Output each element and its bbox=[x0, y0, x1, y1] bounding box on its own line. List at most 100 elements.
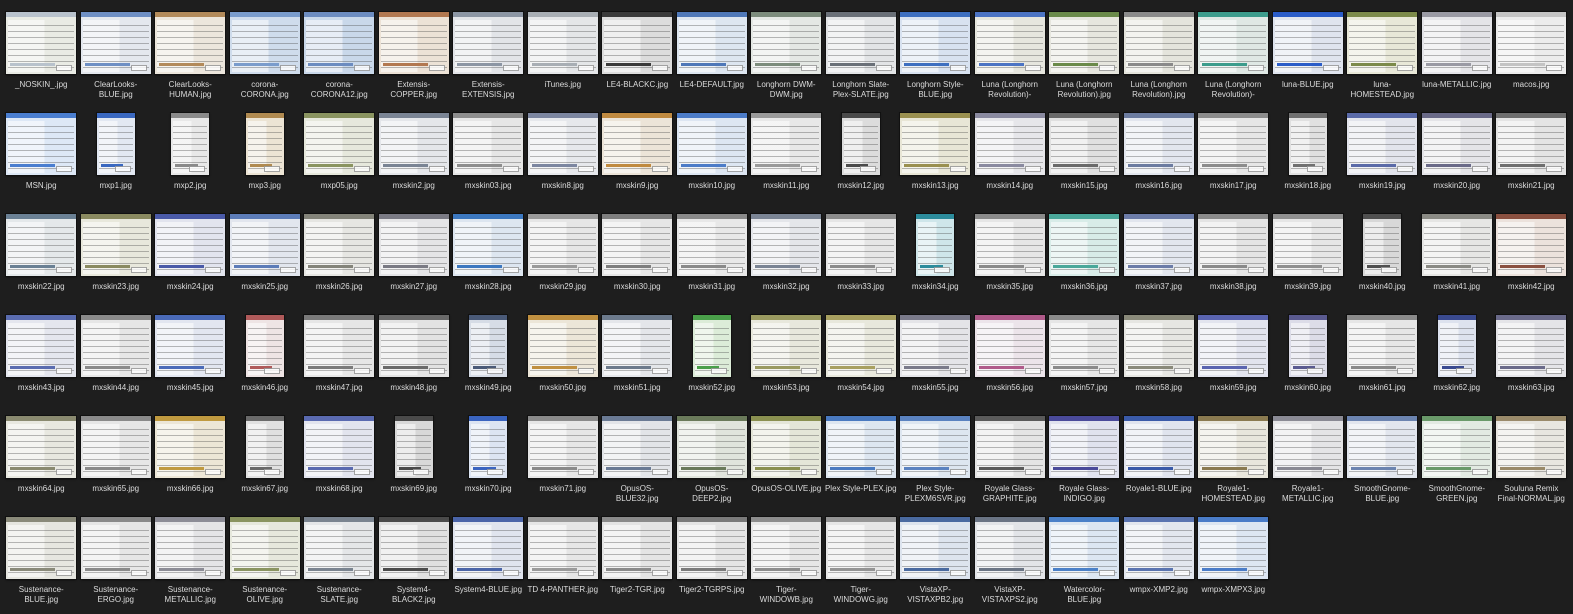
image-thumbnail[interactable] bbox=[900, 113, 971, 175]
image-thumbnail[interactable] bbox=[900, 12, 971, 74]
file-item[interactable]: mxskin38.jpg bbox=[1196, 210, 1271, 311]
file-item[interactable]: corona-CORONA.jpg bbox=[228, 8, 303, 109]
image-thumbnail[interactable] bbox=[394, 416, 433, 478]
file-item[interactable]: wmpx-XMPX3.jpg bbox=[1196, 513, 1271, 614]
image-thumbnail[interactable] bbox=[378, 214, 449, 276]
image-thumbnail[interactable] bbox=[751, 12, 822, 74]
image-thumbnail[interactable] bbox=[171, 113, 210, 175]
image-thumbnail[interactable] bbox=[1198, 416, 1269, 478]
image-thumbnail[interactable] bbox=[1272, 214, 1343, 276]
image-thumbnail[interactable] bbox=[245, 416, 284, 478]
file-item[interactable]: mxskin64.jpg bbox=[4, 412, 79, 513]
file-item[interactable]: mxskin70.jpg bbox=[451, 412, 526, 513]
file-item[interactable]: Watercolor-BLUE.jpg bbox=[1047, 513, 1122, 614]
file-item[interactable]: mxskin34.jpg bbox=[898, 210, 973, 311]
file-item[interactable]: mxskin63.jpg bbox=[1494, 311, 1569, 412]
image-thumbnail[interactable] bbox=[155, 12, 226, 74]
file-item[interactable]: corona-CORONA12.jpg bbox=[302, 8, 377, 109]
file-item[interactable]: Longhorn Style-BLUE.jpg bbox=[898, 8, 973, 109]
image-thumbnail[interactable] bbox=[825, 517, 896, 579]
image-thumbnail[interactable] bbox=[1123, 315, 1194, 377]
file-item[interactable]: mxskin39.jpg bbox=[1271, 210, 1346, 311]
image-thumbnail[interactable] bbox=[155, 416, 226, 478]
file-item[interactable]: mxskin18.jpg bbox=[1271, 109, 1346, 210]
image-thumbnail[interactable] bbox=[1198, 315, 1269, 377]
file-item[interactable]: wmpx-XMP2.jpg bbox=[1122, 513, 1197, 614]
image-thumbnail[interactable] bbox=[453, 12, 524, 74]
image-thumbnail[interactable] bbox=[1123, 416, 1194, 478]
image-thumbnail[interactable] bbox=[602, 214, 673, 276]
image-thumbnail[interactable] bbox=[825, 12, 896, 74]
image-thumbnail[interactable] bbox=[378, 315, 449, 377]
image-thumbnail[interactable] bbox=[469, 416, 508, 478]
file-item[interactable]: Longhorn DWM-DWM.jpg bbox=[749, 8, 824, 109]
image-thumbnail[interactable] bbox=[751, 113, 822, 175]
file-item[interactable]: mxskin47.jpg bbox=[302, 311, 377, 412]
image-thumbnail[interactable] bbox=[245, 113, 284, 175]
image-thumbnail[interactable] bbox=[304, 517, 375, 579]
image-thumbnail[interactable] bbox=[1496, 12, 1567, 74]
image-thumbnail[interactable] bbox=[378, 517, 449, 579]
file-item[interactable]: Luna (Longhorn Revolution).jpg bbox=[1047, 8, 1122, 109]
file-item[interactable]: mxskin24.jpg bbox=[153, 210, 228, 311]
image-thumbnail[interactable] bbox=[751, 416, 822, 478]
file-item[interactable]: mxp05.jpg bbox=[302, 109, 377, 210]
file-item[interactable]: mxskin35.jpg bbox=[973, 210, 1048, 311]
image-thumbnail[interactable] bbox=[527, 113, 598, 175]
image-thumbnail[interactable] bbox=[229, 12, 300, 74]
file-item[interactable]: mxskin32.jpg bbox=[749, 210, 824, 311]
image-thumbnail[interactable] bbox=[304, 416, 375, 478]
image-thumbnail[interactable] bbox=[1198, 113, 1269, 175]
file-item[interactable]: mxskin53.jpg bbox=[749, 311, 824, 412]
file-item[interactable]: Sustenance-SLATE.jpg bbox=[302, 513, 377, 614]
file-item[interactable]: mxskin28.jpg bbox=[451, 210, 526, 311]
image-thumbnail[interactable] bbox=[378, 113, 449, 175]
image-thumbnail[interactable] bbox=[304, 12, 375, 74]
image-thumbnail[interactable] bbox=[527, 416, 598, 478]
image-thumbnail[interactable] bbox=[1049, 12, 1120, 74]
file-item[interactable]: mxskin30.jpg bbox=[600, 210, 675, 311]
file-item[interactable]: mxskin54.jpg bbox=[824, 311, 899, 412]
image-thumbnail[interactable] bbox=[527, 214, 598, 276]
image-thumbnail[interactable] bbox=[229, 214, 300, 276]
image-thumbnail[interactable] bbox=[825, 214, 896, 276]
file-item[interactable]: mxskin26.jpg bbox=[302, 210, 377, 311]
file-item[interactable]: VistaXP-VISTAXPS2.jpg bbox=[973, 513, 1048, 614]
image-thumbnail[interactable] bbox=[1049, 214, 1120, 276]
image-thumbnail[interactable] bbox=[692, 315, 731, 377]
image-thumbnail[interactable] bbox=[974, 416, 1045, 478]
image-thumbnail[interactable] bbox=[676, 214, 747, 276]
image-thumbnail[interactable] bbox=[676, 113, 747, 175]
image-thumbnail[interactable] bbox=[1363, 214, 1402, 276]
file-item[interactable]: OpusOS-BLUE32.jpg bbox=[600, 412, 675, 513]
file-item[interactable]: OpusOS-DEEP2.jpg bbox=[675, 412, 750, 513]
image-thumbnail[interactable] bbox=[527, 12, 598, 74]
image-thumbnail[interactable] bbox=[1496, 113, 1567, 175]
file-item[interactable]: mxskin65.jpg bbox=[79, 412, 154, 513]
image-thumbnail[interactable] bbox=[825, 315, 896, 377]
file-item[interactable]: mxskin13.jpg bbox=[898, 109, 973, 210]
file-item[interactable]: mxskin56.jpg bbox=[973, 311, 1048, 412]
file-item[interactable]: mxskin61.jpg bbox=[1345, 311, 1420, 412]
image-thumbnail[interactable] bbox=[6, 315, 77, 377]
file-item[interactable]: VistaXP-VISTAXPB2.jpg bbox=[898, 513, 973, 614]
file-item[interactable]: _NOSKIN_.jpg bbox=[4, 8, 79, 109]
file-item[interactable]: Tiger-WINDOWG.jpg bbox=[824, 513, 899, 614]
image-thumbnail[interactable] bbox=[304, 214, 375, 276]
image-thumbnail[interactable] bbox=[1049, 416, 1120, 478]
file-item[interactable]: Sustenance-BLUE.jpg bbox=[4, 513, 79, 614]
file-item[interactable]: mxskin58.jpg bbox=[1122, 311, 1197, 412]
file-item[interactable]: System4-BLACK2.jpg bbox=[377, 513, 452, 614]
file-item[interactable]: Tiger2-TGRPS.jpg bbox=[675, 513, 750, 614]
image-thumbnail[interactable] bbox=[378, 12, 449, 74]
file-item[interactable]: Sustenance-OLIVE.jpg bbox=[228, 513, 303, 614]
image-thumbnail[interactable] bbox=[1198, 517, 1269, 579]
image-thumbnail[interactable] bbox=[1198, 12, 1269, 74]
file-item[interactable]: Extensis-COPPER.jpg bbox=[377, 8, 452, 109]
image-thumbnail[interactable] bbox=[974, 214, 1045, 276]
file-item[interactable]: Sustenance-METALLIC.jpg bbox=[153, 513, 228, 614]
file-item[interactable]: mxskin36.jpg bbox=[1047, 210, 1122, 311]
file-item[interactable]: mxskin48.jpg bbox=[377, 311, 452, 412]
file-item[interactable]: mxskin17.jpg bbox=[1196, 109, 1271, 210]
image-thumbnail[interactable] bbox=[602, 12, 673, 74]
